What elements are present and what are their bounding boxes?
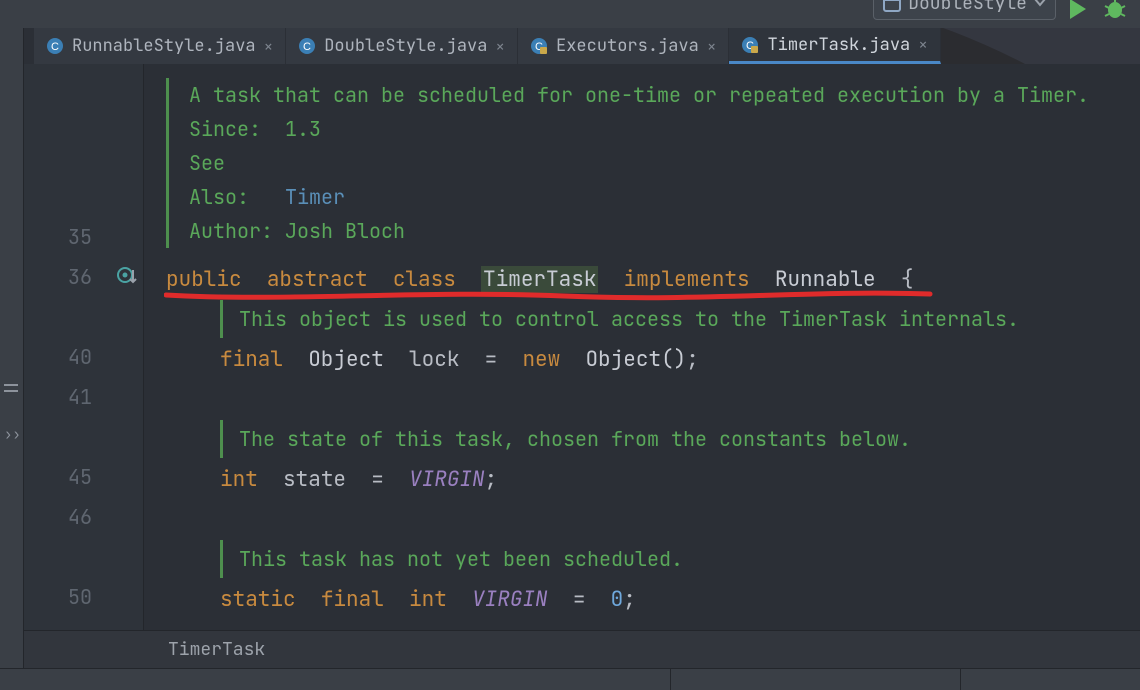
- code-editor[interactable]: 35 36 40 41 45 46 50 A task that can be …: [24, 64, 1140, 630]
- breadcrumb-item[interactable]: TimerTask: [168, 638, 265, 661]
- kw-int: int: [409, 586, 447, 613]
- line-lock-decl: final Object lock = new Object();: [220, 340, 699, 380]
- ctor-object: Object(): [585, 346, 686, 373]
- kw-final: final: [220, 346, 283, 373]
- ide-window: DoubleStyle ›› C RunnableStyle.java ×: [0, 0, 1140, 690]
- status-bar: [0, 668, 1140, 690]
- line-number: 50: [44, 584, 92, 610]
- line-number: 35: [44, 224, 92, 250]
- expand-icon[interactable]: ››: [4, 426, 21, 444]
- tab-doublestyle[interactable]: C DoubleStyle.java ×: [286, 28, 518, 64]
- java-lib-class-icon: C: [741, 36, 759, 54]
- breadcrumb-bar[interactable]: TimerTask: [24, 630, 1140, 668]
- field-lock: lock: [409, 346, 459, 373]
- line-number: 45: [44, 464, 92, 490]
- doc-lock: This object is used to control access to…: [220, 300, 1019, 338]
- run-config-combo[interactable]: DoubleStyle: [873, 0, 1056, 20]
- const-virgin-ref: VIRGIN: [409, 466, 485, 493]
- field-state: state: [283, 466, 346, 493]
- status-segment[interactable]: [960, 669, 1140, 690]
- code-area[interactable]: public abstract class TimerTask implemen…: [166, 64, 1140, 630]
- kw-abstract: abstract: [267, 266, 368, 293]
- line-number: 41: [44, 384, 92, 410]
- svg-text:C: C: [51, 41, 59, 53]
- tab-label: RunnableStyle.java: [72, 35, 256, 57]
- svg-text:C: C: [303, 41, 311, 53]
- tab-executors[interactable]: C Executors.java ×: [518, 28, 729, 64]
- kw-public: public: [166, 266, 242, 293]
- close-icon[interactable]: ×: [707, 36, 717, 57]
- doc-state: The state of this task, chosen from the …: [220, 420, 911, 458]
- semi: ;: [485, 466, 498, 493]
- override-gutter-icon[interactable]: [116, 264, 138, 286]
- left-tool-stripe[interactable]: ››: [0, 28, 24, 668]
- line-class-decl: public abstract class TimerTask implemen…: [166, 260, 913, 300]
- semi: ;: [686, 346, 699, 373]
- line-number: 40: [44, 344, 92, 370]
- tab-timertask[interactable]: C TimerTask.java ×: [729, 28, 940, 64]
- line-number: 36: [44, 264, 92, 290]
- close-icon[interactable]: ×: [264, 36, 274, 57]
- iface-runnable: Runnable: [775, 266, 876, 293]
- doc-virgin: This task has not yet been scheduled.: [220, 540, 683, 578]
- close-icon[interactable]: ×: [918, 34, 928, 55]
- kw-final: final: [321, 586, 384, 613]
- type-object: Object: [308, 346, 384, 373]
- const-virgin: VIRGIN: [472, 586, 548, 613]
- tab-runnablestyle[interactable]: C RunnableStyle.java ×: [34, 28, 286, 64]
- debug-icon[interactable]: [1102, 0, 1128, 22]
- java-class-icon: C: [46, 37, 64, 55]
- status-segment[interactable]: [670, 669, 960, 690]
- line-virgin-decl: static final int VIRGIN = 0;: [220, 580, 636, 620]
- kw-static: static: [220, 586, 296, 613]
- tool-mark-icon: [4, 390, 18, 392]
- eq: =: [573, 586, 586, 613]
- application-icon: [882, 0, 902, 14]
- class-name: TimerTask: [481, 266, 598, 293]
- java-class-icon: C: [298, 37, 316, 55]
- eq: =: [371, 466, 384, 493]
- tab-label: Executors.java: [556, 35, 699, 57]
- line-number: 46: [44, 504, 92, 530]
- close-icon[interactable]: ×: [495, 36, 505, 57]
- gutter: 35 36 40 41 45 46 50: [24, 64, 144, 630]
- java-lib-class-icon: C: [530, 37, 548, 55]
- brace-open: {: [901, 266, 914, 293]
- chevron-down-icon: [1033, 0, 1047, 9]
- tab-label: DoubleStyle.java: [324, 35, 487, 57]
- line-state-decl: int state = VIRGIN;: [220, 460, 497, 500]
- tool-mark-icon: [4, 384, 18, 386]
- kw-class: class: [393, 266, 456, 293]
- run-icon[interactable]: [1064, 0, 1090, 22]
- literal-zero: 0: [611, 586, 624, 613]
- kw-new: new: [522, 346, 560, 373]
- kw-implements: implements: [624, 266, 750, 293]
- semi: ;: [623, 586, 636, 613]
- editor-tabs: C RunnableStyle.java × C DoubleStyle.jav…: [34, 28, 941, 64]
- run-config-label: DoubleStyle: [908, 0, 1027, 15]
- kw-int: int: [220, 466, 258, 493]
- top-toolbar: DoubleStyle: [0, 0, 1140, 28]
- eq: =: [485, 346, 498, 373]
- tab-label: TimerTask.java: [767, 34, 910, 56]
